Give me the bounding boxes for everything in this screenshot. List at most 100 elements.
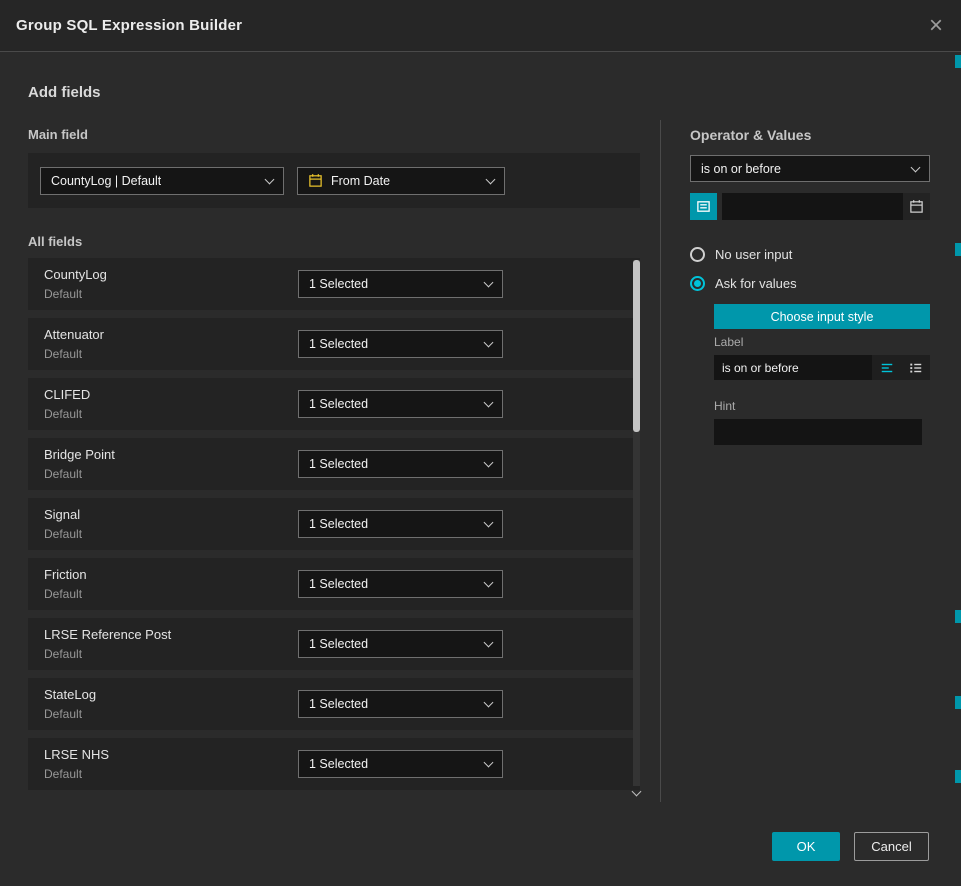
scroll-down-icon[interactable] <box>631 791 641 801</box>
chevron-down-icon <box>484 458 494 468</box>
chevron-down-icon <box>484 758 494 768</box>
chevron-down-icon <box>265 174 275 184</box>
field-name: Signal <box>44 507 80 522</box>
field-row: LRSE Reference Post Default 1 Selected <box>28 618 640 670</box>
chevron-down-icon <box>484 398 494 408</box>
label-input-row <box>714 355 930 380</box>
field-row: StateLog Default 1 Selected <box>28 678 640 730</box>
calendar-icon <box>909 199 924 214</box>
field-name: LRSE Reference Post <box>44 627 171 642</box>
field-selection-value: 1 Selected <box>309 637 368 651</box>
date-value-row <box>690 193 930 220</box>
chevron-down-icon <box>484 578 494 588</box>
chevron-down-icon <box>486 174 496 184</box>
field-sublabel: Default <box>44 707 82 721</box>
chevron-down-icon <box>484 518 494 528</box>
single-line-style-button[interactable] <box>872 355 901 380</box>
main-date-field-dropdown[interactable]: From Date <box>297 167 505 195</box>
calendar-icon <box>308 173 323 188</box>
single-line-icon <box>880 361 894 375</box>
chevron-down-icon <box>484 638 494 648</box>
radio-unselected-icon <box>690 247 705 262</box>
field-selection-dropdown[interactable]: 1 Selected <box>298 270 503 298</box>
chevron-down-icon <box>911 162 921 172</box>
main-field-label: Main field <box>28 127 88 142</box>
date-input-mode-button[interactable] <box>690 193 717 220</box>
radio-ask-for-values-label: Ask for values <box>715 276 797 291</box>
right-edge-artifact <box>955 610 961 623</box>
date-value-field <box>722 193 930 220</box>
column-divider <box>660 120 661 802</box>
field-selection-value: 1 Selected <box>309 577 368 591</box>
field-sublabel: Default <box>44 287 82 301</box>
right-edge-artifact <box>955 55 961 68</box>
field-name: Bridge Point <box>44 447 115 462</box>
field-row: CLIFED Default 1 Selected <box>28 378 640 430</box>
field-sublabel: Default <box>44 587 82 601</box>
radio-selected-icon <box>690 276 705 291</box>
field-selection-dropdown[interactable]: 1 Selected <box>298 510 503 538</box>
field-selection-value: 1 Selected <box>309 457 368 471</box>
field-selection-value: 1 Selected <box>309 517 368 531</box>
operator-dropdown[interactable]: is on or before <box>690 155 930 182</box>
field-selection-dropdown[interactable]: 1 Selected <box>298 750 503 778</box>
date-value-input[interactable] <box>722 193 903 220</box>
field-name: CLIFED <box>44 387 90 402</box>
date-picker-button[interactable] <box>903 193 930 220</box>
field-sublabel: Default <box>44 767 82 781</box>
all-fields-list: CountyLog Default 1 Selected Attenuator … <box>28 258 640 798</box>
field-sublabel: Default <box>44 407 82 421</box>
ok-button[interactable]: OK <box>772 832 840 861</box>
choose-input-style-button[interactable]: Choose input style <box>714 304 930 329</box>
field-row: Friction Default 1 Selected <box>28 558 640 610</box>
field-selection-dropdown[interactable]: 1 Selected <box>298 330 503 358</box>
field-name: StateLog <box>44 687 96 702</box>
main-field-panel: CountyLog | Default From Date <box>28 153 640 208</box>
field-name: CountyLog <box>44 267 107 282</box>
radio-no-user-input-label: No user input <box>715 247 792 262</box>
field-row: Bridge Point Default 1 Selected <box>28 438 640 490</box>
label-caption: Label <box>714 335 743 349</box>
list-style-button[interactable] <box>901 355 930 380</box>
group-sql-expression-builder-dialog: Group SQL Expression Builder × Add field… <box>0 0 961 886</box>
field-sublabel: Default <box>44 527 82 541</box>
field-selection-value: 1 Selected <box>309 277 368 291</box>
field-row: CountyLog Default 1 Selected <box>28 258 640 310</box>
field-row: LRSE NHS Default 1 Selected <box>28 738 640 790</box>
all-fields-label: All fields <box>28 234 82 249</box>
radio-no-user-input[interactable]: No user input <box>690 245 792 263</box>
scrollbar-thumb[interactable] <box>633 260 640 432</box>
right-edge-artifact <box>955 243 961 256</box>
radio-ask-for-values[interactable]: Ask for values <box>690 274 797 292</box>
field-row: Signal Default 1 Selected <box>28 498 640 550</box>
field-selection-value: 1 Selected <box>309 757 368 771</box>
chevron-down-icon <box>484 278 494 288</box>
close-icon[interactable]: × <box>929 14 943 38</box>
layer-select-dropdown[interactable]: CountyLog | Default <box>40 167 284 195</box>
chevron-down-icon <box>484 338 494 348</box>
main-date-field-value: From Date <box>331 174 390 188</box>
scrollbar[interactable] <box>633 260 640 786</box>
label-input[interactable] <box>714 355 872 380</box>
cancel-button[interactable]: Cancel <box>854 832 929 861</box>
field-selection-dropdown[interactable]: 1 Selected <box>298 570 503 598</box>
field-row: Attenuator Default 1 Selected <box>28 318 640 370</box>
dialog-title: Group SQL Expression Builder <box>16 17 242 34</box>
list-icon <box>909 361 923 375</box>
field-selection-dropdown[interactable]: 1 Selected <box>298 450 503 478</box>
hint-caption: Hint <box>714 399 735 413</box>
hint-input[interactable] <box>714 419 922 445</box>
operator-value: is on or before <box>701 162 781 176</box>
field-selection-dropdown[interactable]: 1 Selected <box>298 690 503 718</box>
add-fields-heading: Add fields <box>28 84 101 101</box>
operator-values-heading: Operator & Values <box>690 127 811 143</box>
field-name: Attenuator <box>44 327 104 342</box>
field-sublabel: Default <box>44 347 82 361</box>
chevron-down-icon <box>484 698 494 708</box>
field-selection-value: 1 Selected <box>309 337 368 351</box>
layer-select-value: CountyLog | Default <box>51 174 161 188</box>
field-selection-dropdown[interactable]: 1 Selected <box>298 630 503 658</box>
field-name: LRSE NHS <box>44 747 109 762</box>
field-sublabel: Default <box>44 467 82 481</box>
field-selection-dropdown[interactable]: 1 Selected <box>298 390 503 418</box>
